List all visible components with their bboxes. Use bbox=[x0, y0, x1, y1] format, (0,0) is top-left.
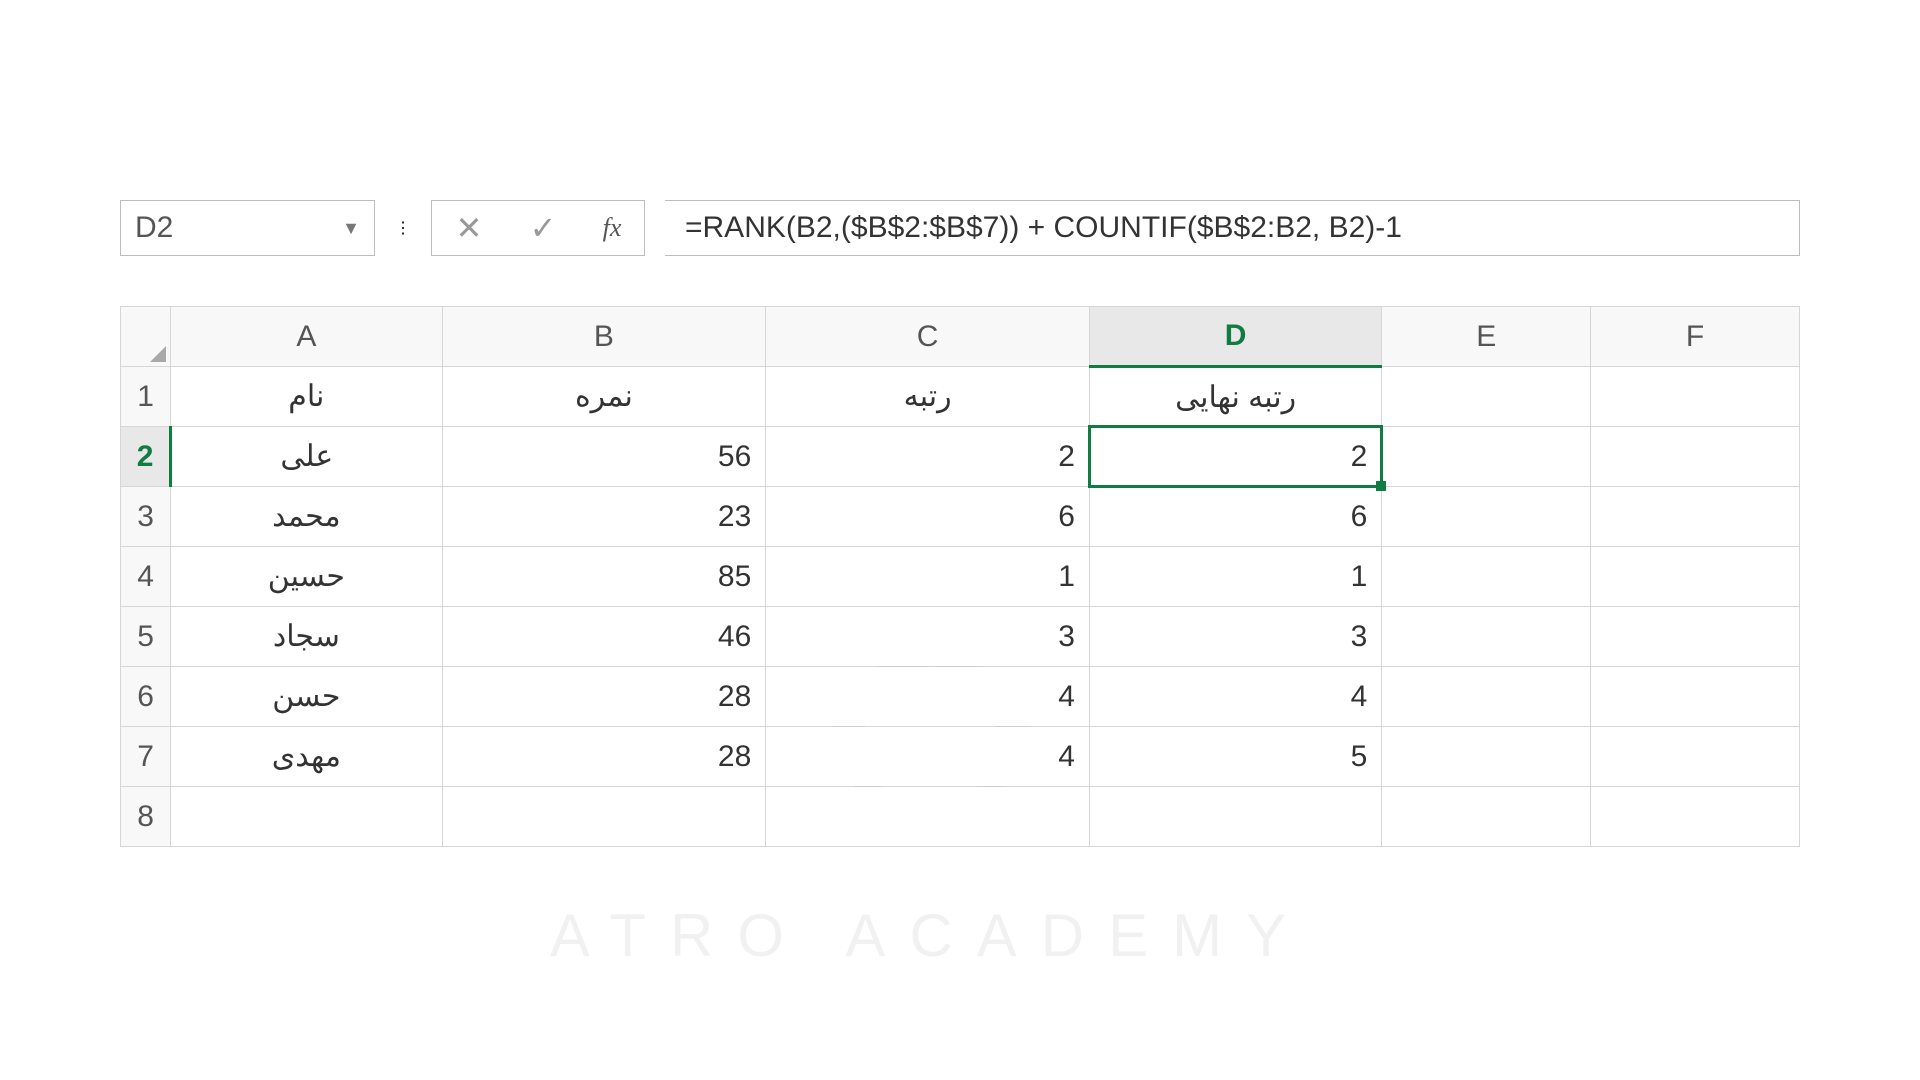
cell-F2[interactable] bbox=[1591, 427, 1800, 487]
row-header-4[interactable]: 4 bbox=[121, 547, 171, 607]
cell-D1[interactable]: رتبه نهایی bbox=[1089, 367, 1381, 427]
row-header-3[interactable]: 3 bbox=[121, 487, 171, 547]
cell-E3[interactable] bbox=[1382, 487, 1591, 547]
cell-F6[interactable] bbox=[1591, 667, 1800, 727]
table-row: 1 نام نمره رتبه رتبه نهایی bbox=[121, 367, 1800, 427]
cell-D3[interactable]: 6 bbox=[1089, 487, 1381, 547]
cell-A7[interactable]: مهدی bbox=[171, 727, 442, 787]
cell-D2[interactable]: 2 bbox=[1089, 427, 1381, 487]
cell-D8[interactable] bbox=[1089, 787, 1381, 847]
cell-A4[interactable]: حسین bbox=[171, 547, 442, 607]
cell-A8[interactable] bbox=[171, 787, 442, 847]
cell-B7[interactable]: 28 bbox=[442, 727, 766, 787]
table-row: 6 حسن 28 4 4 bbox=[121, 667, 1800, 727]
cell-E4[interactable] bbox=[1382, 547, 1591, 607]
cell-C3[interactable]: 6 bbox=[766, 487, 1090, 547]
cell-C5[interactable]: 3 bbox=[766, 607, 1090, 667]
table-row: 3 محمد 23 6 6 bbox=[121, 487, 1800, 547]
cell-A2[interactable]: علی bbox=[171, 427, 442, 487]
spreadsheet-grid[interactable]: A B C D E F 1 نام نمره رتبه رتبه نهایی 2… bbox=[120, 306, 1800, 847]
cell-F1[interactable] bbox=[1591, 367, 1800, 427]
cell-F3[interactable] bbox=[1591, 487, 1800, 547]
cell-F8[interactable] bbox=[1591, 787, 1800, 847]
table-row: 7 مهدی 28 4 5 bbox=[121, 727, 1800, 787]
name-box-dropdown-icon[interactable]: ▼ bbox=[342, 218, 360, 239]
vertical-dots-icon: ⋮ bbox=[395, 218, 411, 238]
formula-buttons: ✕ ✓ fx bbox=[431, 200, 645, 256]
table-row: 5 سجاد 46 3 3 bbox=[121, 607, 1800, 667]
col-header-E[interactable]: E bbox=[1382, 307, 1591, 367]
cell-E7[interactable] bbox=[1382, 727, 1591, 787]
cell-C2[interactable]: 2 bbox=[766, 427, 1090, 487]
cell-D5[interactable]: 3 bbox=[1089, 607, 1381, 667]
row-header-8[interactable]: 8 bbox=[121, 787, 171, 847]
cell-C4[interactable]: 1 bbox=[766, 547, 1090, 607]
col-header-C[interactable]: C bbox=[766, 307, 1090, 367]
cell-C8[interactable] bbox=[766, 787, 1090, 847]
cell-A3[interactable]: محمد bbox=[171, 487, 442, 547]
cell-D6[interactable]: 4 bbox=[1089, 667, 1381, 727]
accept-formula-button[interactable]: ✓ bbox=[506, 201, 580, 255]
table-row: 8 bbox=[121, 787, 1800, 847]
row-header-5[interactable]: 5 bbox=[121, 607, 171, 667]
cell-C7[interactable]: 4 bbox=[766, 727, 1090, 787]
cell-B2[interactable]: 56 bbox=[442, 427, 766, 487]
cell-E8[interactable] bbox=[1382, 787, 1591, 847]
cell-A6[interactable]: حسن bbox=[171, 667, 442, 727]
row-header-6[interactable]: 6 bbox=[121, 667, 171, 727]
cell-B6[interactable]: 28 bbox=[442, 667, 766, 727]
col-header-D[interactable]: D bbox=[1089, 307, 1381, 367]
cell-E2[interactable] bbox=[1382, 427, 1591, 487]
name-box[interactable]: D2 ▼ bbox=[120, 200, 375, 256]
cell-C6[interactable]: 4 bbox=[766, 667, 1090, 727]
cell-C1[interactable]: رتبه bbox=[766, 367, 1090, 427]
cell-B1[interactable]: نمره bbox=[442, 367, 766, 427]
row-header-7[interactable]: 7 bbox=[121, 727, 171, 787]
cell-A5[interactable]: سجاد bbox=[171, 607, 442, 667]
col-header-A[interactable]: A bbox=[171, 307, 442, 367]
cell-D7[interactable]: 5 bbox=[1089, 727, 1381, 787]
fx-icon[interactable]: fx bbox=[580, 201, 644, 255]
cell-D4[interactable]: 1 bbox=[1089, 547, 1381, 607]
cell-E1[interactable] bbox=[1382, 367, 1591, 427]
name-box-value: D2 bbox=[135, 211, 173, 245]
cell-B5[interactable]: 46 bbox=[442, 607, 766, 667]
cell-F4[interactable] bbox=[1591, 547, 1800, 607]
cell-F5[interactable] bbox=[1591, 607, 1800, 667]
cell-A1[interactable]: نام bbox=[171, 367, 442, 427]
cell-B8[interactable] bbox=[442, 787, 766, 847]
col-header-F[interactable]: F bbox=[1591, 307, 1800, 367]
cancel-formula-button[interactable]: ✕ bbox=[432, 201, 506, 255]
formula-bar[interactable]: =RANK(B2,($B$2:$B$7)) + COUNTIF($B$2:B2,… bbox=[665, 200, 1800, 256]
watermark-text: ATRO ACADEMY bbox=[550, 901, 1310, 970]
table-row: 2 علی 56 2 2 bbox=[121, 427, 1800, 487]
cell-E5[interactable] bbox=[1382, 607, 1591, 667]
formula-text: =RANK(B2,($B$2:$B$7)) + COUNTIF($B$2:B2,… bbox=[685, 211, 1402, 245]
row-header-1[interactable]: 1 bbox=[121, 367, 171, 427]
table-row: 4 حسین 85 1 1 bbox=[121, 547, 1800, 607]
cell-F7[interactable] bbox=[1591, 727, 1800, 787]
cell-B3[interactable]: 23 bbox=[442, 487, 766, 547]
cell-E6[interactable] bbox=[1382, 667, 1591, 727]
cell-B4[interactable]: 85 bbox=[442, 547, 766, 607]
row-header-2[interactable]: 2 bbox=[121, 427, 171, 487]
select-all-corner[interactable] bbox=[121, 307, 171, 367]
col-header-B[interactable]: B bbox=[442, 307, 766, 367]
